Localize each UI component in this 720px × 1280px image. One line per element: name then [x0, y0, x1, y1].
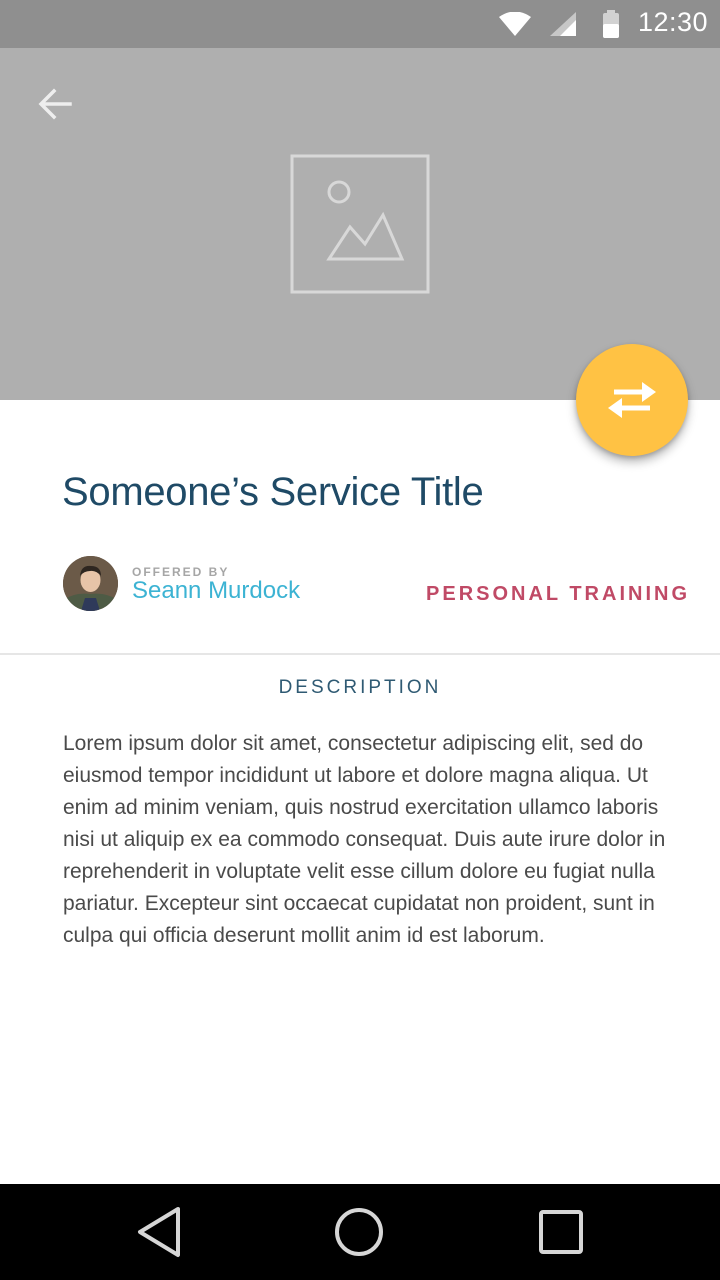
avatar-image — [63, 556, 118, 611]
description-header: DESCRIPTION — [278, 677, 442, 698]
status-time: 12:30 — [638, 7, 709, 37]
arrow-back-icon — [38, 88, 72, 120]
nav-recent-icon — [539, 1210, 583, 1254]
category-label: PERSONAL TRAINING — [426, 583, 690, 605]
section-divider — [0, 653, 720, 655]
system-nav-bar — [0, 1184, 720, 1280]
service-title: Someone’s Service Title — [62, 470, 484, 514]
swap-fab-button[interactable] — [576, 344, 688, 456]
nav-home-icon — [335, 1208, 383, 1256]
author-name-link[interactable]: Seann Murdock — [132, 577, 300, 605]
nav-recent-button[interactable] — [531, 1204, 591, 1260]
nav-back-icon — [138, 1207, 180, 1257]
nav-back-button[interactable] — [130, 1204, 190, 1260]
wifi-icon — [499, 12, 531, 36]
signal-icon — [550, 12, 576, 36]
description-body: Lorem ipsum dolor sit amet, consectetur … — [63, 732, 666, 947]
battery-icon — [603, 10, 619, 38]
nav-home-button[interactable] — [330, 1204, 390, 1260]
status-bar: 12:30 — [0, 0, 720, 48]
back-button[interactable] — [30, 82, 82, 126]
avatar[interactable] — [63, 556, 118, 611]
swap-arrows-icon — [608, 382, 656, 418]
image-placeholder-icon — [290, 154, 430, 294]
